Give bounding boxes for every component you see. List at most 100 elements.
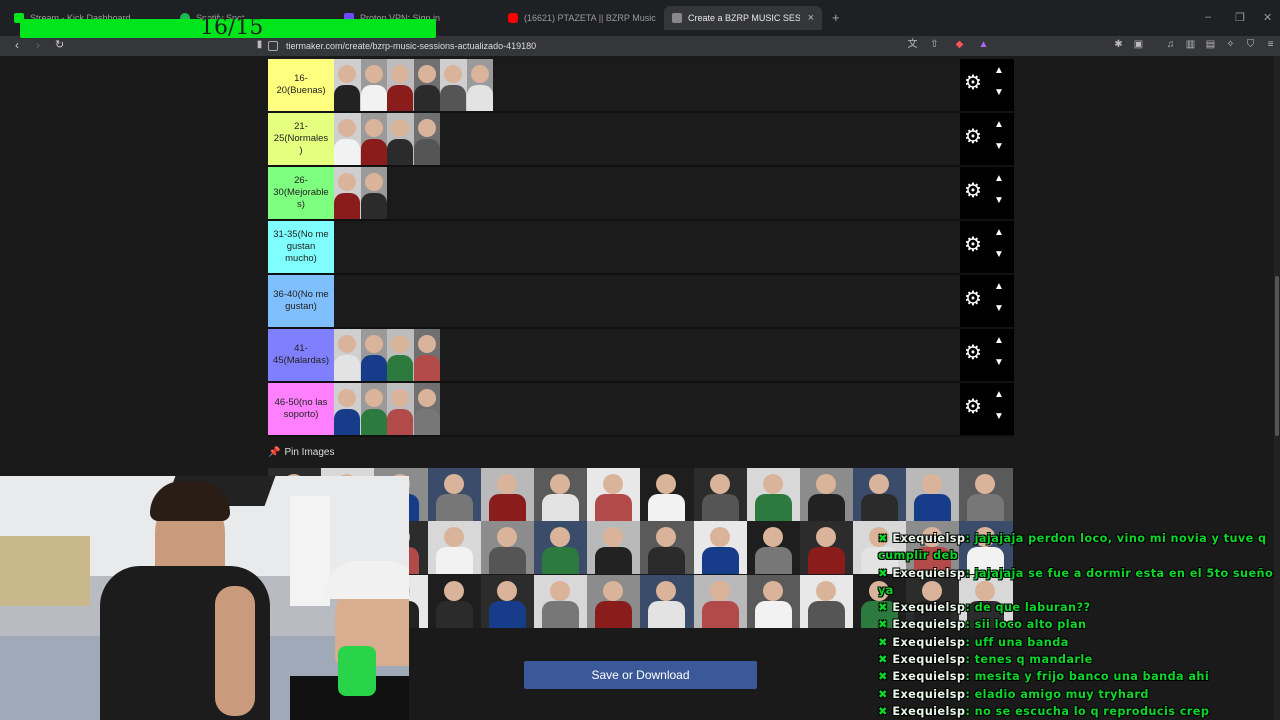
chevron-up-icon[interactable]: ▲ [994, 335, 1004, 346]
artist-thumbnail[interactable] [693, 574, 747, 628]
close-window-icon[interactable]: ✕ [1263, 11, 1272, 24]
share-icon[interactable]: ⇧ [929, 39, 940, 50]
artist-thumbnail[interactable] [480, 574, 534, 628]
artist-thumbnail[interactable] [387, 329, 414, 381]
tab-tiermaker[interactable]: Create a BZRP MUSIC SESSIONS × [664, 6, 822, 30]
gear-icon[interactable]: ⚙ [964, 73, 982, 93]
artist-thumbnail[interactable] [640, 574, 694, 628]
artist-thumbnail[interactable] [334, 383, 361, 435]
wallet-icon[interactable]: ▤ [1205, 39, 1216, 50]
menu-icon[interactable]: ≡ [1265, 39, 1276, 50]
sidebar-icon[interactable]: ▥ [1185, 39, 1196, 50]
chevron-down-icon[interactable]: ▼ [994, 357, 1004, 368]
artist-thumbnail[interactable] [334, 59, 361, 111]
artist-thumbnail[interactable] [413, 383, 440, 435]
chevron-up-icon[interactable]: ▲ [994, 119, 1004, 130]
tier-label[interactable]: 46-50(no las soporto) [268, 383, 334, 435]
screenshot-icon[interactable]: ▣ [1133, 39, 1144, 50]
chevron-down-icon[interactable]: ▼ [994, 87, 1004, 98]
forward-icon[interactable]: › [36, 38, 40, 52]
new-tab-button[interactable]: + [832, 10, 840, 25]
gear-icon[interactable]: ⚙ [964, 181, 982, 201]
artist-thumbnail[interactable] [587, 521, 641, 575]
pin-images-toggle[interactable]: 📌 Pin Images [268, 447, 334, 458]
extensions-icon[interactable]: ✱ [1113, 39, 1124, 50]
artist-thumbnail[interactable] [693, 468, 747, 521]
tier-label[interactable]: 26- 30(Mejorable s) [268, 167, 334, 219]
tier-label[interactable]: 31-35(No me gustan mucho) [268, 221, 334, 273]
artist-thumbnail[interactable] [334, 113, 361, 165]
artist-thumbnail[interactable] [480, 521, 534, 575]
artist-thumbnail[interactable] [480, 468, 534, 521]
artist-thumbnail[interactable] [360, 383, 387, 435]
artist-thumbnail[interactable] [853, 468, 907, 521]
artist-thumbnail[interactable] [799, 574, 854, 628]
gear-icon[interactable]: ⚙ [964, 289, 982, 309]
artist-thumbnail[interactable] [906, 468, 960, 521]
chevron-down-icon[interactable]: ▼ [994, 141, 1004, 152]
tier-label[interactable]: 36-40(No me gustan) [268, 275, 334, 327]
media-icon[interactable]: ♫ [1165, 39, 1176, 50]
chevron-down-icon[interactable]: ▼ [994, 195, 1004, 206]
chevron-up-icon[interactable]: ▲ [994, 173, 1004, 184]
save-download-button[interactable]: Save or Download [524, 661, 757, 689]
translate-icon[interactable]: 文 [907, 39, 918, 50]
artist-thumbnail[interactable] [360, 59, 387, 111]
artist-thumbnail[interactable] [746, 574, 800, 628]
brave-shield-icon[interactable]: ◆ [954, 39, 965, 50]
artist-thumbnail[interactable] [587, 574, 641, 628]
artist-thumbnail[interactable] [440, 59, 467, 111]
gear-icon[interactable]: ⚙ [964, 127, 982, 147]
artist-thumbnail[interactable] [387, 383, 414, 435]
rewards-icon[interactable]: ▲ [978, 39, 989, 50]
artist-thumbnail[interactable] [746, 521, 800, 575]
artist-thumbnail[interactable] [413, 59, 440, 111]
maximize-icon[interactable]: ❐ [1235, 11, 1245, 24]
artist-thumbnail[interactable] [334, 167, 361, 219]
artist-thumbnail[interactable] [799, 468, 854, 521]
address-bar[interactable]: tiermaker.com/create/bzrp-music-sessions… [268, 37, 888, 55]
artist-thumbnail[interactable] [959, 468, 1013, 521]
chevron-down-icon[interactable]: ▼ [994, 249, 1004, 260]
chevron-up-icon[interactable]: ▲ [994, 389, 1004, 400]
site-info-icon[interactable] [268, 41, 278, 51]
chevron-down-icon[interactable]: ▼ [994, 303, 1004, 314]
artist-thumbnail[interactable] [427, 521, 481, 575]
artist-thumbnail[interactable] [533, 521, 588, 575]
chevron-up-icon[interactable]: ▲ [994, 281, 1004, 292]
minimize-icon[interactable]: – [1205, 11, 1211, 23]
artist-thumbnail[interactable] [387, 113, 414, 165]
artist-thumbnail[interactable] [466, 59, 493, 111]
artist-thumbnail[interactable] [387, 59, 414, 111]
artist-thumbnail[interactable] [413, 113, 440, 165]
chevron-down-icon[interactable]: ▼ [994, 411, 1004, 422]
artist-thumbnail[interactable] [640, 521, 694, 575]
artist-thumbnail[interactable] [360, 167, 387, 219]
artist-thumbnail[interactable] [799, 521, 854, 575]
reload-icon[interactable]: ↻ [55, 38, 64, 51]
gear-icon[interactable]: ⚙ [964, 343, 982, 363]
artist-thumbnail[interactable] [334, 329, 361, 381]
chevron-up-icon[interactable]: ▲ [994, 227, 1004, 238]
close-tab-icon[interactable]: × [808, 12, 814, 24]
tier-label[interactable]: 21- 25(Normales ) [268, 113, 334, 165]
artist-thumbnail[interactable] [360, 113, 387, 165]
artist-thumbnail[interactable] [413, 329, 440, 381]
artist-thumbnail[interactable] [427, 468, 481, 521]
vpn-icon[interactable]: ⛉ [1245, 39, 1256, 50]
artist-thumbnail[interactable] [640, 468, 694, 521]
back-icon[interactable]: ‹ [15, 38, 19, 52]
gear-icon[interactable]: ⚙ [964, 235, 982, 255]
artist-thumbnail[interactable] [746, 468, 800, 521]
scrollbar-thumb[interactable] [1275, 276, 1279, 436]
artist-thumbnail[interactable] [587, 468, 641, 521]
artist-thumbnail[interactable] [360, 329, 387, 381]
tier-label[interactable]: 16- 20(Buenas) [268, 59, 334, 111]
tier-label[interactable]: 41- 45(Malardas) [268, 329, 334, 381]
artist-thumbnail[interactable] [693, 521, 747, 575]
gear-icon[interactable]: ⚙ [964, 397, 982, 417]
leo-icon[interactable]: ✧ [1225, 39, 1236, 50]
artist-thumbnail[interactable] [533, 574, 588, 628]
chevron-up-icon[interactable]: ▲ [994, 65, 1004, 76]
artist-thumbnail[interactable] [533, 468, 588, 521]
